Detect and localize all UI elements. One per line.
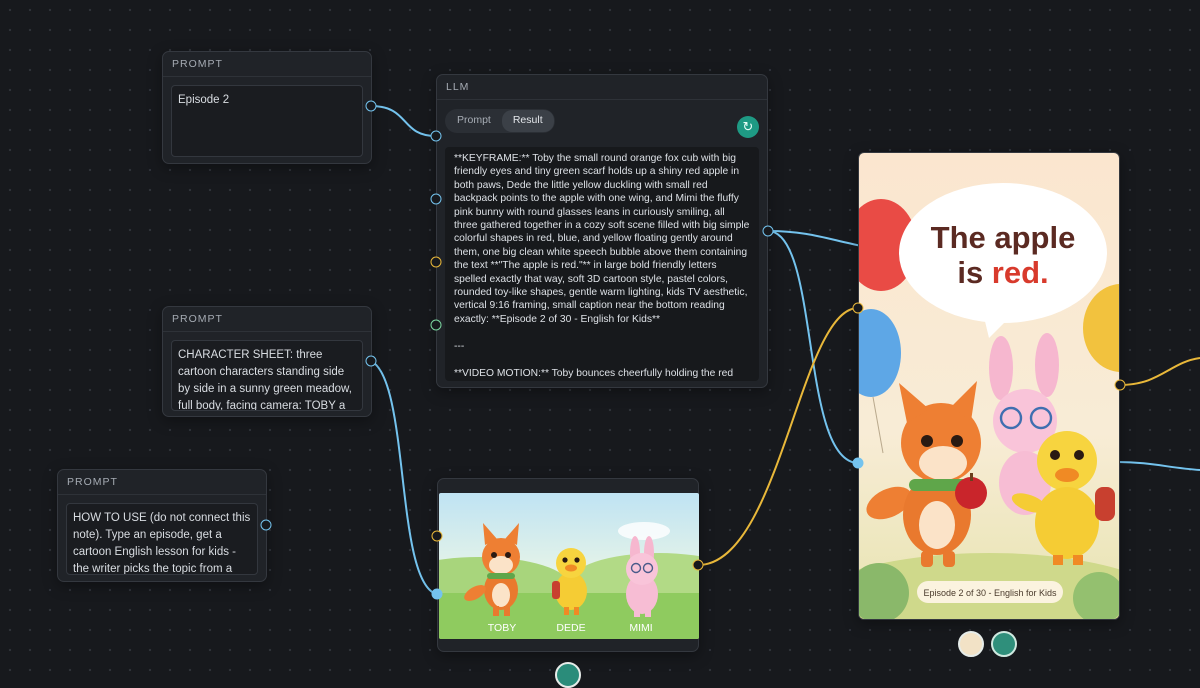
llm-result-text[interactable]: **KEYFRAME:** Toby the small round orang… (445, 147, 759, 381)
llm-node[interactable]: LLM Prompt Result ↻ **KEYFRAME:** Toby t… (436, 74, 768, 388)
keyframe-output-port[interactable] (1114, 379, 1126, 391)
node-header: LLM (437, 75, 767, 100)
prompt-textarea[interactable]: HOW TO USE (do not connect this note). T… (66, 503, 258, 575)
keyframe-image-node[interactable]: The apple is red. Episode 2 of 30 - Engl… (858, 152, 1120, 620)
image-input-port[interactable] (431, 530, 443, 542)
image-thumbnail-avatar[interactable] (555, 662, 581, 688)
red-apple (955, 477, 987, 509)
character-image-node[interactable]: TOBY DEDE MIMI (437, 478, 699, 652)
edge-keyframe-out-yellow (1119, 357, 1200, 386)
edge-episode-to-llm (370, 105, 437, 137)
bubble-line-2-prefix: is (957, 255, 991, 290)
image-input-port[interactable] (431, 588, 443, 600)
node-header: PROMPT (58, 470, 266, 495)
node-header: PROMPT (163, 52, 371, 77)
result-tabs: Prompt Result (445, 109, 555, 133)
caption-text: Episode 2 of 30 - English for Kids (923, 588, 1057, 598)
prompt-output-port[interactable] (260, 519, 272, 531)
refresh-icon[interactable]: ↻ (737, 116, 759, 138)
label-mimi: MIMI (629, 622, 652, 634)
prompt-output-port[interactable] (365, 355, 377, 367)
prompt-textarea[interactable]: Episode 2 (171, 85, 363, 157)
edge-llm-to-keyframe (767, 230, 859, 464)
label-dede: DEDE (556, 622, 585, 634)
bubble-line-2: is red. (957, 255, 1048, 290)
node-header: PROMPT (163, 307, 371, 332)
character-sheet-image: TOBY DEDE MIMI (439, 493, 699, 639)
keyframe-image: The apple is red. Episode 2 of 30 - Engl… (859, 153, 1119, 619)
edge-llm-to-keyframe-top (767, 230, 863, 247)
label-toby: TOBY (488, 622, 516, 634)
llm-input-port[interactable] (430, 193, 442, 205)
bubble-line-1: The apple (931, 220, 1076, 255)
image-output-port[interactable] (692, 559, 704, 571)
keyframe-input-port[interactable] (852, 302, 864, 314)
prompt-node-how-to-use[interactable]: PROMPT HOW TO USE (do not connect this n… (57, 469, 267, 582)
tab-prompt[interactable]: Prompt (446, 110, 502, 132)
edge-keyframe-out-blue (1117, 461, 1200, 471)
prompt-node-character-sheet[interactable]: PROMPT CHARACTER SHEET: three cartoon ch… (162, 306, 372, 417)
keyframe-thumbnail-2[interactable] (991, 631, 1017, 657)
prompt-textarea[interactable]: CHARACTER SHEET: three cartoon character… (171, 340, 363, 411)
llm-input-port[interactable] (430, 319, 442, 331)
llm-output-port[interactable] (762, 225, 774, 237)
keyframe-input-port[interactable] (852, 457, 864, 469)
llm-input-port[interactable] (430, 130, 442, 142)
prompt-node-episode[interactable]: PROMPT Episode 2 (162, 51, 372, 164)
edge-charsheet-to-image (370, 360, 437, 595)
keyframe-thumbnail-1[interactable] (958, 631, 984, 657)
bubble-highlight: red. (992, 255, 1049, 290)
tab-result[interactable]: Result (501, 110, 554, 132)
prompt-output-port[interactable] (365, 100, 377, 112)
llm-input-port[interactable] (430, 256, 442, 268)
